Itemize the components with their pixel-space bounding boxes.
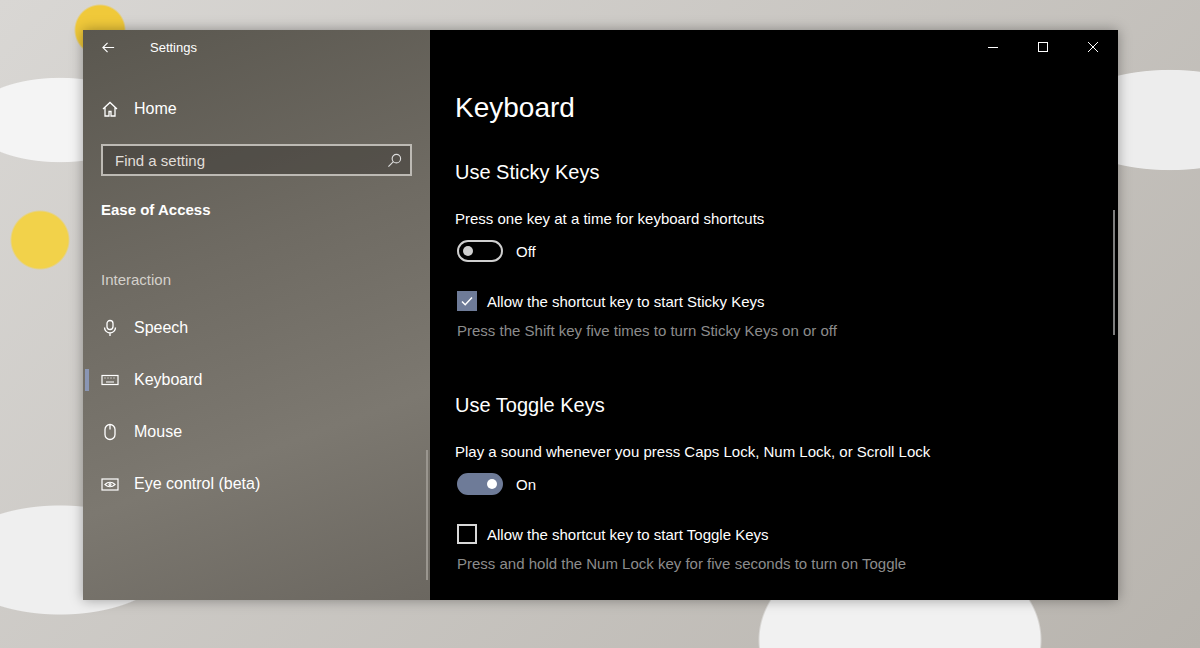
eye-control-icon (101, 475, 119, 493)
sidebar: Settings Home Find a setting Ease of Acc… (83, 30, 430, 600)
toggle-switch[interactable] (457, 240, 503, 262)
home-icon (101, 100, 119, 118)
window-controls (455, 30, 1118, 64)
group-label: Interaction (101, 268, 430, 292)
content-panel: Keyboard Use Sticky Keys Press one key a… (430, 30, 1118, 600)
close-button[interactable] (1068, 30, 1118, 64)
nav-list: Speech Keyboard Mouse Eye control (beta) (83, 302, 430, 510)
section-heading: Use Sticky Keys (455, 158, 1118, 186)
maximize-button[interactable] (1018, 30, 1068, 64)
checkbox-hint: Press and hold the Num Lock key for five… (455, 554, 1118, 574)
home-link[interactable]: Home (83, 89, 430, 129)
window-title: Settings (150, 40, 197, 55)
sidebar-item[interactable]: Keyboard (83, 354, 430, 406)
sidebar-item-label: Eye control (beta) (134, 475, 260, 493)
toggle-state: On (516, 476, 536, 493)
checkbox-label: Allow the shortcut key to start Sticky K… (487, 293, 765, 310)
toggle-row: On (455, 473, 1118, 495)
desktop-background: Settings Home Find a setting Ease of Acc… (0, 0, 1200, 648)
checkbox-row[interactable]: Allow the shortcut key to start Sticky K… (455, 290, 1118, 312)
checkbox-hint: Press the Shift key five times to turn S… (455, 321, 1118, 341)
search-icon[interactable] (387, 153, 402, 168)
content-scrollbar[interactable] (1113, 210, 1115, 335)
toggle-knob (463, 246, 473, 256)
toggle-label: Play a sound whenever you press Caps Loc… (455, 441, 935, 462)
checkbox-label: Allow the shortcut key to start Toggle K… (487, 526, 769, 543)
category-title: Ease of Access (101, 198, 430, 222)
sidebar-item[interactable]: Mouse (83, 406, 430, 458)
title-bar: Settings (83, 30, 430, 64)
sidebar-item[interactable]: Speech (83, 302, 430, 354)
checkbox[interactable] (457, 524, 477, 544)
toggle-label: Press one key at a time for keyboard sho… (455, 208, 935, 229)
home-label: Home (134, 100, 177, 118)
keyboard-icon (101, 371, 119, 389)
search-placeholder: Find a setting (115, 152, 205, 169)
page-title: Keyboard (455, 88, 1118, 128)
sidebar-scrollbar[interactable] (426, 450, 428, 580)
minimize-icon (988, 42, 998, 52)
selection-indicator (85, 369, 89, 391)
toggle-knob (487, 479, 497, 489)
setting-section: Use Toggle Keys Play a sound whenever yo… (455, 391, 1118, 574)
settings-window: Settings Home Find a setting Ease of Acc… (83, 30, 1118, 600)
microphone-icon (101, 319, 119, 337)
toggle-switch[interactable] (457, 473, 503, 495)
search-field[interactable]: Find a setting (101, 144, 412, 176)
sidebar-item-label: Mouse (134, 423, 182, 441)
sidebar-item[interactable]: Eye control (beta) (83, 458, 430, 510)
mouse-icon (101, 423, 119, 441)
section-heading: Use Toggle Keys (455, 391, 1118, 419)
checkbox-row[interactable]: Allow the shortcut key to start Toggle K… (455, 523, 1118, 545)
toggle-state: Off (516, 243, 536, 260)
back-arrow-icon[interactable] (101, 40, 116, 55)
maximize-icon (1038, 42, 1048, 52)
toggle-row: Off (455, 240, 1118, 262)
checkmark-icon (460, 294, 474, 308)
checkbox[interactable] (457, 291, 477, 311)
minimize-button[interactable] (968, 30, 1018, 64)
sidebar-item-label: Keyboard (134, 371, 203, 389)
sidebar-item-label: Speech (134, 319, 188, 337)
setting-section: Use Sticky Keys Press one key at a time … (455, 158, 1118, 341)
close-icon (1088, 42, 1098, 52)
